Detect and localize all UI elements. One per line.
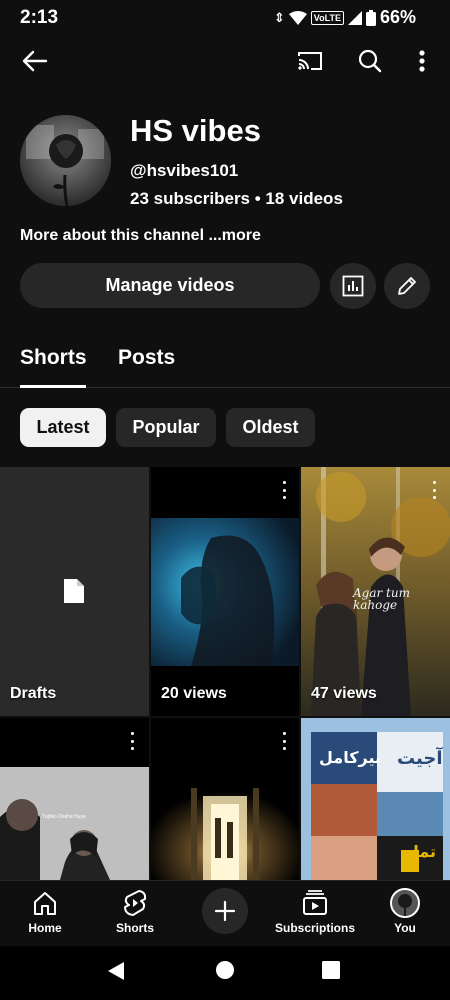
edit-channel-button[interactable] xyxy=(384,263,430,309)
overlay-text: Tujhko Dekhe Huye xyxy=(42,814,86,820)
channel-handle: @hsvibes101 xyxy=(130,161,239,180)
analytics-button[interactable] xyxy=(330,263,376,309)
create-button[interactable] xyxy=(202,888,248,934)
overlay-text: آجیت xyxy=(397,748,443,768)
manage-videos-button[interactable]: Manage videos xyxy=(20,263,320,308)
channel-avatar[interactable] xyxy=(20,115,111,206)
short-menu-icon[interactable] xyxy=(278,732,290,750)
nav-you[interactable]: You xyxy=(360,881,450,947)
nav-shorts-label: Shorts xyxy=(115,921,154,935)
status-icons: ⇕ VoLTE 66% xyxy=(274,7,416,28)
plus-icon xyxy=(214,900,236,922)
short-thumbnail xyxy=(0,767,149,880)
nav-subscriptions[interactable]: Subscriptions xyxy=(270,881,360,947)
chip-latest[interactable]: Latest xyxy=(20,408,106,447)
channel-title: HS vibes xyxy=(130,113,261,148)
about-channel-link[interactable]: More about this channel ...more xyxy=(20,227,261,245)
short-menu-icon[interactable] xyxy=(126,732,138,750)
tab-posts[interactable]: Posts xyxy=(118,346,175,370)
overlay-text: Agar tum kahoge xyxy=(353,586,410,612)
shorts-icon xyxy=(123,889,147,917)
volte-badge: VoLTE xyxy=(310,10,344,25)
file-icon xyxy=(63,578,85,609)
status-bar: 2:13 ⇕ VoLTE 66% xyxy=(0,0,450,36)
chip-oldest[interactable]: Oldest xyxy=(226,408,315,447)
nav-home[interactable]: Home xyxy=(0,881,90,947)
short-tile[interactable] xyxy=(151,718,299,880)
status-time: 2:13 xyxy=(20,7,59,28)
home-circle-icon[interactable] xyxy=(215,960,235,980)
short-menu-icon[interactable] xyxy=(428,481,440,499)
short-tile[interactable]: 20 views xyxy=(151,467,299,716)
views-count: 47 views xyxy=(311,685,377,702)
short-menu-icon[interactable] xyxy=(278,481,290,499)
battery-level: 66% xyxy=(379,7,416,27)
nav-you-label: You xyxy=(394,921,416,935)
active-tab-indicator xyxy=(20,385,86,388)
vibrate-icon: ⇕ xyxy=(273,9,285,25)
cast-icon[interactable] xyxy=(295,46,325,76)
pencil-icon xyxy=(398,277,416,295)
home-icon xyxy=(32,889,58,917)
chip-popular[interactable]: Popular xyxy=(116,408,216,447)
short-tile[interactable]: Agar tum kahoge 47 views xyxy=(301,467,450,716)
battery-icon xyxy=(365,9,376,26)
views-count: 20 views xyxy=(161,685,227,702)
system-nav-bar xyxy=(0,946,450,1000)
signal-icon xyxy=(347,10,362,25)
short-tile[interactable]: بیرکامل آجیت تمل xyxy=(301,718,450,880)
overlay-text: بیرکامل xyxy=(319,750,381,767)
recents-square-icon[interactable] xyxy=(322,961,340,979)
short-thumbnail xyxy=(151,518,299,666)
drafts-tile[interactable]: Drafts xyxy=(0,467,149,716)
more-vertical-icon[interactable] xyxy=(410,46,434,76)
short-tile[interactable]: Tujhko Dekhe Huye xyxy=(0,718,149,880)
overlay-text: تمل xyxy=(405,844,437,861)
nav-home-label: Home xyxy=(28,921,62,935)
short-thumbnail xyxy=(151,718,299,880)
wifi-icon xyxy=(288,10,307,25)
arrow-left-icon[interactable] xyxy=(18,46,52,76)
subscriptions-icon xyxy=(301,889,329,917)
channel-stats: 23 subscribers • 18 videos xyxy=(130,189,343,208)
drafts-label: Drafts xyxy=(10,685,57,702)
tab-shorts[interactable]: Shorts xyxy=(20,346,87,370)
nav-subscriptions-label: Subscriptions xyxy=(274,921,355,935)
channel-tabs: Shorts Posts xyxy=(0,330,450,388)
analytics-icon xyxy=(342,275,364,297)
back-triangle-icon[interactable] xyxy=(106,960,126,982)
search-icon[interactable] xyxy=(355,46,385,76)
nav-shorts[interactable]: Shorts xyxy=(90,881,180,947)
avatar-icon xyxy=(390,888,420,918)
app-bar xyxy=(0,36,450,86)
